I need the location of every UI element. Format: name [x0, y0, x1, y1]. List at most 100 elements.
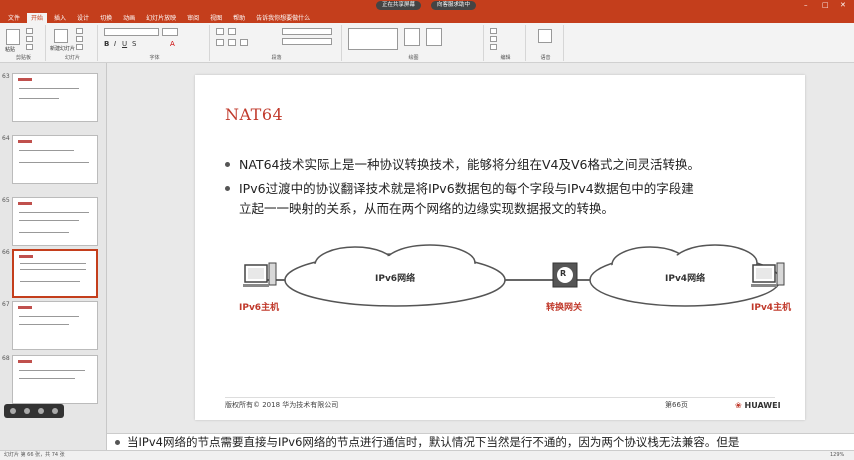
share-screen-indicator[interactable]: 正在共享屏幕: [376, 1, 422, 10]
align-text-button[interactable]: [282, 38, 332, 45]
format-painter-icon[interactable]: [26, 44, 33, 50]
new-slide-icon[interactable]: [54, 29, 68, 43]
arrange-icon[interactable]: [404, 28, 420, 46]
cut-icon[interactable]: [26, 28, 33, 34]
group-label-voice: 语音: [540, 55, 551, 61]
tab-help[interactable]: 帮助: [229, 13, 249, 23]
slide-thumbnail[interactable]: [12, 135, 98, 184]
ipv6-host-icon: [243, 262, 277, 287]
slide-number: 66: [2, 249, 10, 256]
group-label-paragraph: 段落: [271, 55, 282, 61]
minimize-icon[interactable]: –: [804, 1, 808, 10]
slide-thumbnail[interactable]: [12, 355, 98, 404]
paste-icon[interactable]: [6, 29, 20, 45]
layout-icon[interactable]: [76, 28, 83, 34]
dictate-icon[interactable]: [538, 29, 552, 43]
tab-review[interactable]: 审阅: [183, 13, 203, 23]
slide-thumbnails-pane[interactable]: 63 64 65 66 67 68: [0, 63, 107, 450]
font-color-icon[interactable]: A: [170, 40, 175, 48]
new-slide-button[interactable]: 新建幻灯片: [50, 45, 75, 52]
replace-icon[interactable]: [490, 36, 497, 42]
font-name-select[interactable]: [104, 28, 159, 36]
slide-number: 63: [2, 73, 10, 80]
footer-page-number: 第66页: [665, 401, 688, 409]
thumbnail-row[interactable]: 63: [0, 71, 106, 133]
status-bar: 幻灯片 第 66 张，共 74 张 129%: [0, 450, 854, 460]
share-icon[interactable]: [38, 408, 44, 414]
bullets-icon[interactable]: [216, 28, 224, 35]
tab-home[interactable]: 开始: [27, 13, 48, 23]
slide-number: 64: [2, 135, 10, 142]
slide-thumbnail[interactable]: [12, 73, 98, 122]
slide-count-status: 幻灯片 第 66 张，共 74 张: [4, 452, 65, 458]
huawei-brand-text: HUAWEI: [744, 401, 781, 410]
paste-button[interactable]: 粘贴: [5, 46, 15, 53]
group-paragraph: 段落: [212, 25, 342, 61]
group-label-slides: 幻灯片: [64, 55, 80, 61]
group-clipboard: 粘贴 剪贴板: [2, 25, 46, 61]
bold-icon[interactable]: B: [104, 40, 109, 48]
thumbnail-row[interactable]: 64: [0, 133, 106, 195]
group-slides: 新建幻灯片 幻灯片: [48, 25, 98, 61]
tab-view[interactable]: 视图: [206, 13, 226, 23]
copy-icon[interactable]: [26, 36, 33, 42]
section-icon[interactable]: [76, 44, 83, 50]
tell-me-search[interactable]: 告诉我你想要做什么: [252, 13, 314, 23]
nat64-diagram: [243, 244, 785, 307]
underline-icon[interactable]: U: [122, 40, 127, 48]
italic-icon[interactable]: I: [114, 40, 116, 48]
maximize-icon[interactable]: □: [822, 1, 829, 10]
notes-text: 当IPv4网络的节点需要直接与IPv6网络的节点进行通信时，默认情况下当然是行不…: [127, 435, 740, 449]
font-size-select[interactable]: [162, 28, 178, 36]
strikethrough-icon[interactable]: S: [132, 40, 136, 48]
slide-number: 67: [2, 301, 10, 308]
group-voice: 语音: [528, 25, 564, 61]
quick-styles-icon[interactable]: [426, 28, 442, 46]
text-direction-button[interactable]: [282, 28, 332, 35]
align-center-icon[interactable]: [228, 39, 236, 46]
tab-insert[interactable]: 插入: [50, 13, 70, 23]
group-label-drawing: 绘图: [408, 55, 419, 61]
numbering-icon[interactable]: [228, 28, 236, 35]
close-icon[interactable]: ✕: [840, 1, 846, 10]
tab-design[interactable]: 设计: [73, 13, 93, 23]
group-drawing: 绘图: [344, 25, 484, 61]
more-icon[interactable]: [52, 408, 58, 414]
camera-icon[interactable]: [24, 408, 30, 414]
mic-icon[interactable]: [10, 408, 16, 414]
group-label-clipboard: 剪贴板: [15, 55, 31, 61]
meeting-controls[interactable]: [4, 404, 64, 418]
notes-bullet-dot: [115, 440, 120, 445]
group-editing: 编辑: [486, 25, 526, 61]
huawei-logo: ❀ HUAWEI: [735, 401, 781, 410]
slide-thumbnail[interactable]: [12, 301, 98, 350]
align-right-icon[interactable]: [240, 39, 248, 46]
thumbnail-row[interactable]: 67: [0, 299, 106, 361]
slide-canvas[interactable]: NAT64 NAT64技术实际上是一种协议转换技术，能够将分组在V4及V6格式之…: [107, 63, 854, 433]
shapes-gallery[interactable]: [348, 28, 398, 50]
ipv6-network-label: IPv6网络: [375, 274, 416, 284]
gateway-label: 转换网关: [546, 303, 583, 313]
title-bar: 正在共享屏幕 向客服求助中 – □ ✕: [0, 0, 854, 12]
slide[interactable]: NAT64 NAT64技术实际上是一种协议转换技术，能够将分组在V4及V6格式之…: [195, 75, 805, 420]
tab-file[interactable]: 文件: [4, 13, 24, 23]
align-left-icon[interactable]: [216, 39, 224, 46]
tab-animations[interactable]: 动画: [119, 13, 139, 23]
tab-slideshow[interactable]: 幻灯片放映: [142, 13, 180, 23]
find-icon[interactable]: [490, 28, 497, 34]
notes-pane[interactable]: 当IPv4网络的节点需要直接与IPv6网络的节点进行通信时，默认情况下当然是行不…: [107, 433, 854, 450]
footer-copyright: 版权所有© 2018 华为技术有限公司: [225, 401, 339, 409]
huawei-flower-icon: ❀: [735, 401, 742, 410]
slide-thumbnail-selected[interactable]: [12, 249, 98, 298]
slide-thumbnail[interactable]: [12, 197, 98, 246]
reset-icon[interactable]: [76, 36, 83, 42]
tab-transitions[interactable]: 切换: [96, 13, 116, 23]
gateway-symbol: R: [560, 269, 567, 278]
meeting-indicator[interactable]: 向客服求助中: [431, 1, 477, 10]
ipv4-network-label: IPv4网络: [665, 274, 706, 284]
zoom-level[interactable]: 129%: [830, 451, 844, 460]
ipv4-host-label: IPv4主机: [751, 303, 792, 313]
select-icon[interactable]: [490, 44, 497, 50]
slide-number: 68: [2, 355, 10, 362]
ribbon-tabs: 文件 开始 插入 设计 切换 动画 幻灯片放映 审阅 视图 帮助 告诉我你想要做…: [0, 12, 854, 23]
